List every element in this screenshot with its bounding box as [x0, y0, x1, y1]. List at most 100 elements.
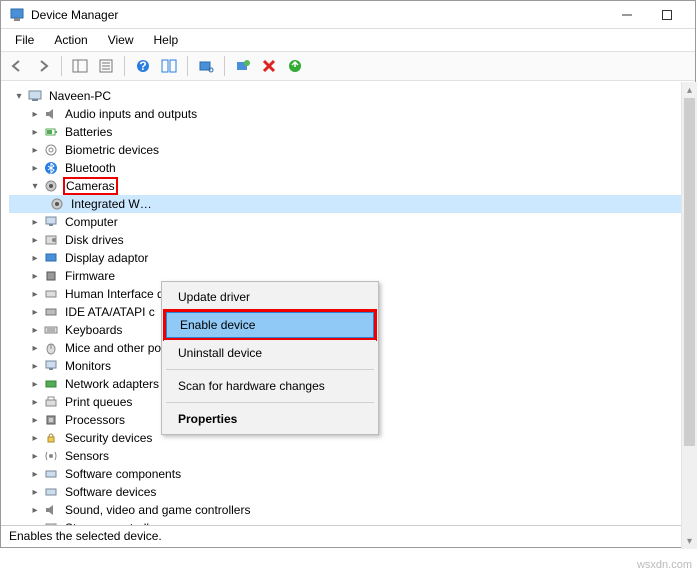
- category-computer[interactable]: ▸Computer: [9, 213, 687, 231]
- cameras-label-highlighted: Cameras: [63, 177, 118, 195]
- category-bluetooth[interactable]: ▸Bluetooth: [9, 159, 687, 177]
- hid-icon: [43, 286, 59, 302]
- menu-separator: [166, 402, 374, 403]
- scroll-down-icon[interactable]: ▾: [682, 533, 697, 549]
- category-disk[interactable]: ▸Disk drives: [9, 231, 687, 249]
- titlebar: Device Manager: [1, 1, 695, 29]
- category-swdev[interactable]: ▸Software devices: [9, 483, 687, 501]
- device-manager-window: Device Manager File Action View Help ? ▾: [0, 0, 696, 548]
- category-storage[interactable]: ▸Storage controllers: [9, 519, 687, 525]
- menu-view[interactable]: View: [100, 31, 142, 49]
- security-icon: [43, 430, 59, 446]
- scan-hardware-icon[interactable]: [194, 54, 218, 78]
- computer-icon: [43, 214, 59, 230]
- battery-icon: [43, 124, 59, 140]
- cm-enable-device[interactable]: Enable device: [166, 312, 374, 338]
- category-sensors[interactable]: ▸Sensors: [9, 447, 687, 465]
- chevron-right-icon[interactable]: ▸: [29, 324, 41, 336]
- chevron-right-icon[interactable]: ▸: [29, 252, 41, 264]
- computer-icon: [27, 88, 43, 104]
- camera-device-label: Integrated W…: [69, 197, 154, 211]
- chevron-right-icon[interactable]: ▸: [29, 144, 41, 156]
- keyboard-icon: [43, 322, 59, 338]
- menubar: File Action View Help: [1, 29, 695, 51]
- disk-icon: [43, 232, 59, 248]
- tree-pane: ▾ Naveen-PC ▸Audio inputs and outputs ▸B…: [1, 81, 695, 525]
- category-audio[interactable]: ▸Audio inputs and outputs: [9, 105, 687, 123]
- camera-icon: [49, 196, 65, 212]
- category-swcomp[interactable]: ▸Software components: [9, 465, 687, 483]
- chevron-right-icon[interactable]: ▸: [29, 360, 41, 372]
- chevron-down-icon[interactable]: ▾: [29, 180, 41, 192]
- chevron-right-icon[interactable]: ▸: [29, 342, 41, 354]
- chevron-down-icon[interactable]: ▾: [13, 90, 25, 102]
- chevron-right-icon[interactable]: ▸: [29, 270, 41, 282]
- help-icon[interactable]: ?: [131, 54, 155, 78]
- chip-icon: [43, 268, 59, 284]
- scroll-up-icon[interactable]: ▴: [682, 82, 697, 98]
- update-driver-icon[interactable]: [231, 54, 255, 78]
- toolbar-separator: [124, 56, 125, 76]
- vertical-scrollbar[interactable]: ▴ ▾: [681, 82, 697, 549]
- uninstall-icon[interactable]: [257, 54, 281, 78]
- bluetooth-icon: [43, 160, 59, 176]
- chevron-right-icon[interactable]: ▸: [29, 126, 41, 138]
- tree-root[interactable]: ▾ Naveen-PC: [9, 87, 687, 105]
- show-hide-tree-icon[interactable]: [68, 54, 92, 78]
- forward-button[interactable]: [31, 54, 55, 78]
- software-icon: [43, 484, 59, 500]
- category-sound[interactable]: ▸Sound, video and game controllers: [9, 501, 687, 519]
- menu-file[interactable]: File: [7, 31, 42, 49]
- devices-icon[interactable]: [157, 54, 181, 78]
- statusbar: Enables the selected device.: [1, 525, 695, 547]
- chevron-right-icon[interactable]: ▸: [29, 216, 41, 228]
- properties-icon[interactable]: [94, 54, 118, 78]
- category-batteries[interactable]: ▸Batteries: [9, 123, 687, 141]
- camera-icon: [43, 178, 59, 194]
- display-icon: [43, 250, 59, 266]
- chevron-right-icon[interactable]: ▸: [29, 414, 41, 426]
- maximize-button[interactable]: [647, 4, 687, 26]
- biometric-icon: [43, 142, 59, 158]
- chevron-right-icon[interactable]: ▸: [29, 378, 41, 390]
- chevron-right-icon[interactable]: ▸: [29, 162, 41, 174]
- mouse-icon: [43, 340, 59, 356]
- category-cameras[interactable]: ▾ Cameras: [9, 177, 687, 195]
- chevron-right-icon[interactable]: ▸: [29, 450, 41, 462]
- chevron-right-icon[interactable]: ▸: [29, 522, 41, 525]
- chevron-right-icon[interactable]: ▸: [29, 468, 41, 480]
- audio-icon: [43, 106, 59, 122]
- chevron-right-icon[interactable]: ▸: [29, 108, 41, 120]
- status-text: Enables the selected device.: [9, 529, 162, 543]
- menu-action[interactable]: Action: [46, 31, 95, 49]
- cm-scan-hardware[interactable]: Scan for hardware changes: [164, 373, 376, 399]
- chevron-right-icon[interactable]: ▸: [29, 486, 41, 498]
- scrollbar-thumb[interactable]: [684, 98, 695, 446]
- chevron-right-icon[interactable]: ▸: [29, 288, 41, 300]
- cm-update-driver[interactable]: Update driver: [164, 284, 376, 310]
- printer-icon: [43, 394, 59, 410]
- enable-icon[interactable]: [283, 54, 307, 78]
- category-display[interactable]: ▸Display adaptor: [9, 249, 687, 267]
- app-icon: [9, 7, 25, 23]
- software-icon: [43, 466, 59, 482]
- chevron-right-icon[interactable]: ▸: [29, 396, 41, 408]
- menu-help[interactable]: Help: [146, 31, 187, 49]
- chevron-right-icon[interactable]: ▸: [29, 234, 41, 246]
- chevron-right-icon[interactable]: ▸: [29, 306, 41, 318]
- root-label: Naveen-PC: [47, 89, 113, 103]
- cpu-icon: [43, 412, 59, 428]
- chevron-right-icon[interactable]: ▸: [29, 432, 41, 444]
- menu-separator: [166, 369, 374, 370]
- cm-uninstall-device[interactable]: Uninstall device: [164, 340, 376, 366]
- back-button[interactable]: [5, 54, 29, 78]
- cm-properties[interactable]: Properties: [164, 406, 376, 432]
- minimize-button[interactable]: [607, 4, 647, 26]
- category-biometric[interactable]: ▸Biometric devices: [9, 141, 687, 159]
- context-menu: Update driver Enable device Uninstall de…: [161, 281, 379, 435]
- storage-icon: [43, 520, 59, 525]
- sensor-icon: [43, 448, 59, 464]
- device-integrated-camera[interactable]: Integrated W…: [9, 195, 687, 213]
- toolbar: ?: [1, 51, 695, 81]
- chevron-right-icon[interactable]: ▸: [29, 504, 41, 516]
